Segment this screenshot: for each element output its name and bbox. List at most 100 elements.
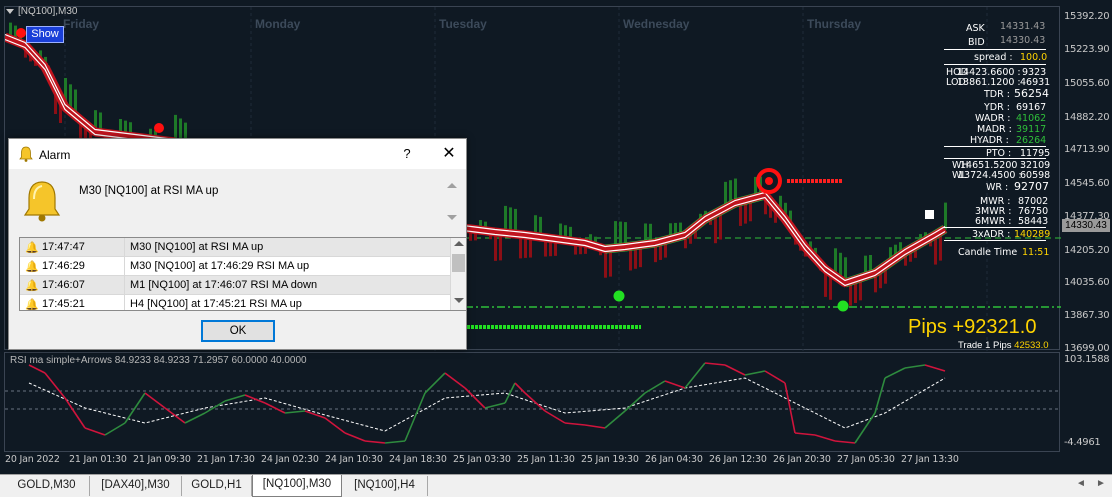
madr-value: 39117 xyxy=(1016,124,1047,135)
histogram-bar xyxy=(944,202,947,230)
oscillator-segment xyxy=(28,364,46,374)
pips-trade: Trade 1 Pips 42533.0 xyxy=(958,340,1049,351)
tab-nq100-m30[interactable]: [NQ100],M30 xyxy=(252,475,342,497)
price-tick: 14035.60 xyxy=(1064,277,1110,288)
time-tick: 26 Jan 04:30 xyxy=(645,454,703,465)
oscillator-segment xyxy=(44,372,66,399)
time-tick: 21 Jan 09:30 xyxy=(133,454,191,465)
bell-icon: 🔔 xyxy=(25,280,39,292)
chart-symbol-title: [NQ100],M30 xyxy=(18,6,78,17)
osc-tick: -4.4961 xyxy=(1064,437,1101,448)
divider xyxy=(944,49,1046,50)
hyadr-label: HYADR : xyxy=(970,135,1009,146)
alarm-time: 17:46:07 xyxy=(42,279,85,291)
time-tick: 27 Jan 13:30 xyxy=(901,454,959,465)
wl-price: 13724.4500 : xyxy=(958,170,1022,181)
close-button[interactable]: ✕ xyxy=(431,143,467,165)
list-scrollbar[interactable] xyxy=(450,238,466,310)
oscillator-segment xyxy=(604,410,626,429)
osc-tick: 103.1588 xyxy=(1064,354,1110,365)
scroll-up-icon[interactable] xyxy=(447,183,457,188)
bid-label: BID xyxy=(968,37,985,48)
oscillator-panel[interactable] xyxy=(4,352,1061,453)
oscillator-segment xyxy=(584,424,606,429)
oscillator-segment xyxy=(204,400,226,414)
scroll-up-icon[interactable] xyxy=(454,241,464,246)
price-tick: 14882.20 xyxy=(1064,112,1110,123)
signal-dot-red xyxy=(16,28,26,38)
alarm-title: Alarm xyxy=(39,148,71,162)
tab-scroll-left-icon[interactable]: ◄ xyxy=(1076,478,1086,489)
message-scrollbar[interactable] xyxy=(445,181,459,231)
oscillator-segment xyxy=(904,364,926,369)
marker-square xyxy=(925,210,934,219)
oscillator-segment xyxy=(444,372,466,389)
day-label: Monday xyxy=(255,17,301,31)
time-axis[interactable]: 20 Jan 2022 21 Jan 01:30 21 Jan 09:30 21… xyxy=(0,452,1060,474)
list-item[interactable]: 🔔 17:46:29 M30 [NQ100] at 17:46:29 RSI M… xyxy=(20,257,450,276)
oscillator-segment xyxy=(424,372,446,394)
time-tick: 24 Jan 02:30 xyxy=(261,454,319,465)
tdr-value: 56254 xyxy=(1014,87,1049,100)
oscillator-segment xyxy=(664,380,686,389)
time-tick: 21 Jan 01:30 xyxy=(69,454,127,465)
tab-scroll-right-icon[interactable]: ► xyxy=(1096,478,1106,489)
scroll-thumb[interactable] xyxy=(452,254,465,272)
alarm-time: 17:47:47 xyxy=(42,241,85,253)
bid-value: 14330.43 xyxy=(1000,35,1046,46)
price-tick: 14545.60 xyxy=(1064,178,1110,189)
alarm-time: 17:45:21 xyxy=(42,298,85,310)
tab-nq100-h4[interactable]: [NQ100],H4 xyxy=(342,476,428,496)
tab-gold-m30[interactable]: GOLD,M30 xyxy=(4,476,90,496)
oscillator-segment xyxy=(284,410,306,414)
oscillator-canvas[interactable] xyxy=(5,353,1061,453)
scroll-down-icon[interactable] xyxy=(447,215,457,220)
oscillator-segment xyxy=(924,364,946,372)
signal-dot-red xyxy=(154,123,164,133)
oscillator-title: RSI ma simple+Arrows 84.9233 84.9233 71.… xyxy=(10,355,307,366)
pips-trade-value: 42533.0 xyxy=(1014,340,1049,351)
oscillator-segment xyxy=(484,402,506,409)
oscillator-segment xyxy=(854,412,876,444)
scroll-down-icon[interactable] xyxy=(454,298,464,303)
oscillator-segment xyxy=(384,440,406,444)
time-tick: 27 Jan 05:30 xyxy=(837,454,895,465)
divider xyxy=(944,146,1046,147)
tab-dax40-m30[interactable]: [DAX40],M30 xyxy=(90,476,182,496)
pips-trade-label: Trade 1 Pips xyxy=(958,340,1012,351)
oscillator-segment xyxy=(724,364,746,376)
mwr6-value: 58443 xyxy=(1018,216,1049,227)
oscillator-segment xyxy=(684,362,706,389)
divider xyxy=(944,158,1046,159)
chart-tabs: GOLD,M30 [DAX40],M30 GOLD,H1 [NQ100],M30… xyxy=(0,474,1112,497)
alarm-row-message: M1 [NQ100] at 17:46:07 RSI MA down xyxy=(130,279,318,291)
oscillator-segment xyxy=(344,432,366,442)
show-button[interactable]: Show xyxy=(26,26,64,43)
tab-gold-h1[interactable]: GOLD,H1 xyxy=(182,476,252,496)
oscillator-segment xyxy=(764,370,786,384)
alarm-dialog[interactable]: Alarm ? ✕ M30 [NQ100] at RSI MA up 🔔 17:… xyxy=(8,138,467,350)
wr-label: WR : xyxy=(986,182,1009,193)
oscillator-segment xyxy=(704,362,726,366)
list-item[interactable]: 🔔 17:46:07 M1 [NQ100] at 17:46:07 RSI MA… xyxy=(20,276,450,295)
alarm-history-list[interactable]: 🔔 17:47:47 M30 [NQ100] at RSI MA up 🔔 17… xyxy=(19,237,467,311)
candle-time-value: 11:51 xyxy=(1022,247,1050,258)
oscillator-segment xyxy=(834,440,856,444)
oscillator-segment xyxy=(324,417,346,434)
bell-icon: 🔔 xyxy=(25,299,39,311)
oscillator-segment xyxy=(184,412,206,424)
chart-menu-icon[interactable] xyxy=(6,9,14,14)
oscillator-segment xyxy=(814,434,836,442)
alarm-titlebar[interactable]: Alarm ? ✕ xyxy=(9,139,466,169)
alarm-row-message: M30 [NQ100] at RSI MA up xyxy=(130,241,264,253)
divider xyxy=(944,64,1046,65)
list-item[interactable]: 🔔 17:47:47 M30 [NQ100] at RSI MA up xyxy=(20,238,450,257)
list-item[interactable]: 🔔 17:45:21 H4 [NQ100] at 17:45:21 RSI MA… xyxy=(20,295,450,311)
help-button[interactable]: ? xyxy=(389,143,425,165)
tdr-label: TDR : xyxy=(984,89,1010,100)
time-tick: 24 Jan 18:30 xyxy=(389,454,447,465)
ydr-label: YDR : xyxy=(984,102,1010,113)
oscillator-segment xyxy=(64,397,86,429)
pips-total: Pips +92321.0 xyxy=(908,316,1037,338)
ok-button[interactable]: OK xyxy=(201,320,275,342)
